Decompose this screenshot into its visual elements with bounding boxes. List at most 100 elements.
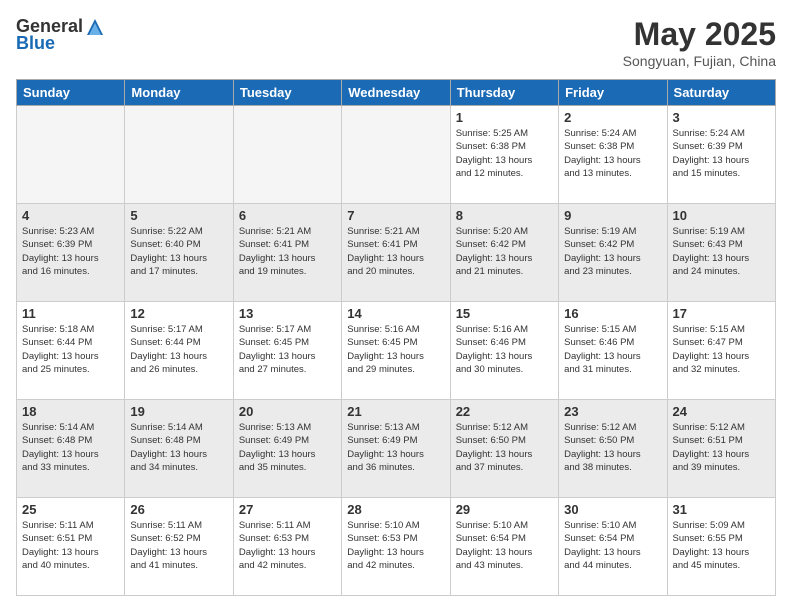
day-number: 7 xyxy=(347,208,444,223)
day-info: Sunrise: 5:15 AM Sunset: 6:47 PM Dayligh… xyxy=(673,323,770,376)
day-number: 19 xyxy=(130,404,227,419)
day-info: Sunrise: 5:12 AM Sunset: 6:50 PM Dayligh… xyxy=(564,421,661,474)
table-row: 3 Sunrise: 5:24 AM Sunset: 6:39 PM Daylig… xyxy=(667,106,775,204)
col-saturday: Saturday xyxy=(667,80,775,106)
day-number: 8 xyxy=(456,208,553,223)
day-number: 9 xyxy=(564,208,661,223)
table-row: 29 Sunrise: 5:10 AM Sunset: 6:54 PM Dayli… xyxy=(450,498,558,596)
table-row: 16Sunrise: 5:15 AM Sunset: 6:46 PM Dayli… xyxy=(559,302,667,400)
day-info: Sunrise: 5:22 AM Sunset: 6:40 PM Dayligh… xyxy=(130,225,227,278)
table-row: 6 Sunrise: 5:21 AM Sunset: 6:41 PM Daylig… xyxy=(233,204,341,302)
table-row: 1Sunrise: 5:25 AM Sunset: 6:38 PM Daylig… xyxy=(450,106,558,204)
table-row: 26Sunrise: 5:11 AM Sunset: 6:52 PM Dayli… xyxy=(125,498,233,596)
day-info: Sunrise: 5:16 AM Sunset: 6:46 PM Dayligh… xyxy=(456,323,553,376)
location-subtitle: Songyuan, Fujian, China xyxy=(623,53,776,69)
day-info: Sunrise: 5:09 AM Sunset: 6:55 PM Dayligh… xyxy=(673,519,770,572)
day-info: Sunrise: 5:19 AM Sunset: 6:42 PM Dayligh… xyxy=(564,225,661,278)
calendar-week-row: 4 Sunrise: 5:23 AM Sunset: 6:39 PM Daylig… xyxy=(17,204,776,302)
day-number: 3 xyxy=(673,110,770,125)
calendar-page: General Blue May 2025 Songyuan, Fujian, … xyxy=(0,0,792,612)
day-info: Sunrise: 5:15 AM Sunset: 6:46 PM Dayligh… xyxy=(564,323,661,376)
table-row: 7 Sunrise: 5:21 AM Sunset: 6:41 PM Daylig… xyxy=(342,204,450,302)
day-info: Sunrise: 5:17 AM Sunset: 6:44 PM Dayligh… xyxy=(130,323,227,376)
day-info: Sunrise: 5:14 AM Sunset: 6:48 PM Dayligh… xyxy=(22,421,119,474)
calendar-week-row: 25 Sunrise: 5:11 AM Sunset: 6:51 PM Dayli… xyxy=(17,498,776,596)
col-friday: Friday xyxy=(559,80,667,106)
day-info: Sunrise: 5:10 AM Sunset: 6:53 PM Dayligh… xyxy=(347,519,444,572)
logo-blue: Blue xyxy=(16,33,55,54)
month-title: May 2025 xyxy=(623,16,776,53)
table-row: 31 Sunrise: 5:09 AM Sunset: 6:55 PM Dayli… xyxy=(667,498,775,596)
day-number: 24 xyxy=(673,404,770,419)
day-number: 21 xyxy=(347,404,444,419)
day-info: Sunrise: 5:14 AM Sunset: 6:48 PM Dayligh… xyxy=(130,421,227,474)
day-number: 28 xyxy=(347,502,444,517)
header: General Blue May 2025 Songyuan, Fujian, … xyxy=(16,16,776,69)
calendar-week-row: 1Sunrise: 5:25 AM Sunset: 6:38 PM Daylig… xyxy=(17,106,776,204)
day-number: 13 xyxy=(239,306,336,321)
table-row: 21 Sunrise: 5:13 AM Sunset: 6:49 PM Dayli… xyxy=(342,400,450,498)
day-info: Sunrise: 5:13 AM Sunset: 6:49 PM Dayligh… xyxy=(347,421,444,474)
title-block: May 2025 Songyuan, Fujian, China xyxy=(623,16,776,69)
table-row: 24 Sunrise: 5:12 AM Sunset: 6:51 PM Dayli… xyxy=(667,400,775,498)
table-row: 14 Sunrise: 5:16 AM Sunset: 6:45 PM Dayli… xyxy=(342,302,450,400)
table-row: 9 Sunrise: 5:19 AM Sunset: 6:42 PM Daylig… xyxy=(559,204,667,302)
logo: General Blue xyxy=(16,16,105,54)
table-row xyxy=(342,106,450,204)
table-row: 19 Sunrise: 5:14 AM Sunset: 6:48 PM Dayli… xyxy=(125,400,233,498)
day-info: Sunrise: 5:10 AM Sunset: 6:54 PM Dayligh… xyxy=(564,519,661,572)
day-info: Sunrise: 5:16 AM Sunset: 6:45 PM Dayligh… xyxy=(347,323,444,376)
day-info: Sunrise: 5:24 AM Sunset: 6:38 PM Dayligh… xyxy=(564,127,661,180)
table-row: 25 Sunrise: 5:11 AM Sunset: 6:51 PM Dayli… xyxy=(17,498,125,596)
table-row: 11 Sunrise: 5:18 AM Sunset: 6:44 PM Dayli… xyxy=(17,302,125,400)
day-info: Sunrise: 5:18 AM Sunset: 6:44 PM Dayligh… xyxy=(22,323,119,376)
table-row: 20 Sunrise: 5:13 AM Sunset: 6:49 PM Dayli… xyxy=(233,400,341,498)
day-number: 6 xyxy=(239,208,336,223)
day-info: Sunrise: 5:21 AM Sunset: 6:41 PM Dayligh… xyxy=(347,225,444,278)
day-info: Sunrise: 5:23 AM Sunset: 6:39 PM Dayligh… xyxy=(22,225,119,278)
day-number: 22 xyxy=(456,404,553,419)
day-number: 31 xyxy=(673,502,770,517)
col-thursday: Thursday xyxy=(450,80,558,106)
table-row: 22 Sunrise: 5:12 AM Sunset: 6:50 PM Dayli… xyxy=(450,400,558,498)
day-number: 2 xyxy=(564,110,661,125)
day-number: 5 xyxy=(130,208,227,223)
day-number: 20 xyxy=(239,404,336,419)
table-row: 27Sunrise: 5:11 AM Sunset: 6:53 PM Dayli… xyxy=(233,498,341,596)
day-info: Sunrise: 5:25 AM Sunset: 6:38 PM Dayligh… xyxy=(456,127,553,180)
day-number: 12 xyxy=(130,306,227,321)
day-info: Sunrise: 5:21 AM Sunset: 6:41 PM Dayligh… xyxy=(239,225,336,278)
table-row: 12 Sunrise: 5:17 AM Sunset: 6:44 PM Dayli… xyxy=(125,302,233,400)
table-row xyxy=(17,106,125,204)
day-info: Sunrise: 5:13 AM Sunset: 6:49 PM Dayligh… xyxy=(239,421,336,474)
col-sunday: Sunday xyxy=(17,80,125,106)
table-row: 17Sunrise: 5:15 AM Sunset: 6:47 PM Dayli… xyxy=(667,302,775,400)
day-info: Sunrise: 5:11 AM Sunset: 6:51 PM Dayligh… xyxy=(22,519,119,572)
day-number: 29 xyxy=(456,502,553,517)
day-info: Sunrise: 5:10 AM Sunset: 6:54 PM Dayligh… xyxy=(456,519,553,572)
day-number: 4 xyxy=(22,208,119,223)
day-info: Sunrise: 5:20 AM Sunset: 6:42 PM Dayligh… xyxy=(456,225,553,278)
day-info: Sunrise: 5:11 AM Sunset: 6:53 PM Dayligh… xyxy=(239,519,336,572)
day-number: 11 xyxy=(22,306,119,321)
table-row: 10Sunrise: 5:19 AM Sunset: 6:43 PM Dayli… xyxy=(667,204,775,302)
table-row xyxy=(233,106,341,204)
table-row: 23 Sunrise: 5:12 AM Sunset: 6:50 PM Dayli… xyxy=(559,400,667,498)
calendar-week-row: 18Sunrise: 5:14 AM Sunset: 6:48 PM Dayli… xyxy=(17,400,776,498)
table-row: 18Sunrise: 5:14 AM Sunset: 6:48 PM Dayli… xyxy=(17,400,125,498)
col-monday: Monday xyxy=(125,80,233,106)
day-number: 14 xyxy=(347,306,444,321)
table-row: 28 Sunrise: 5:10 AM Sunset: 6:53 PM Dayli… xyxy=(342,498,450,596)
day-number: 25 xyxy=(22,502,119,517)
day-number: 23 xyxy=(564,404,661,419)
logo-icon xyxy=(85,17,105,37)
calendar-header-row: Sunday Monday Tuesday Wednesday Thursday… xyxy=(17,80,776,106)
day-info: Sunrise: 5:12 AM Sunset: 6:51 PM Dayligh… xyxy=(673,421,770,474)
col-tuesday: Tuesday xyxy=(233,80,341,106)
day-info: Sunrise: 5:12 AM Sunset: 6:50 PM Dayligh… xyxy=(456,421,553,474)
table-row: 8 Sunrise: 5:20 AM Sunset: 6:42 PM Daylig… xyxy=(450,204,558,302)
table-row: 4 Sunrise: 5:23 AM Sunset: 6:39 PM Daylig… xyxy=(17,204,125,302)
day-info: Sunrise: 5:24 AM Sunset: 6:39 PM Dayligh… xyxy=(673,127,770,180)
table-row: 5 Sunrise: 5:22 AM Sunset: 6:40 PM Daylig… xyxy=(125,204,233,302)
day-info: Sunrise: 5:17 AM Sunset: 6:45 PM Dayligh… xyxy=(239,323,336,376)
